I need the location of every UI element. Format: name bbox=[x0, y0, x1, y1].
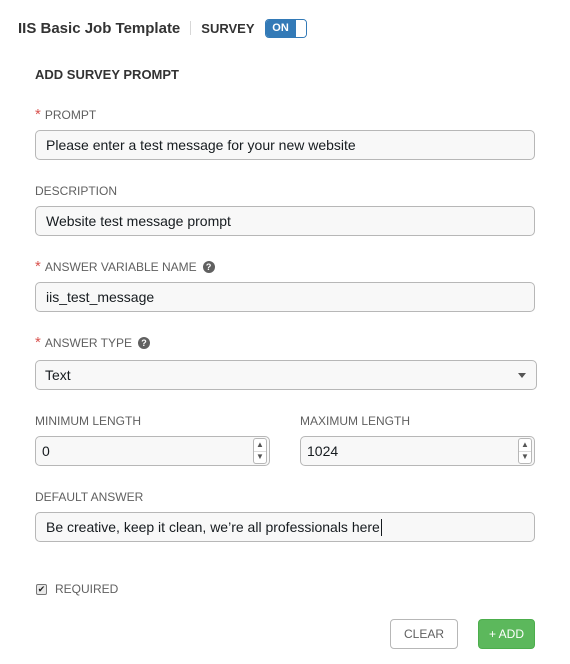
stepper-down-icon[interactable]: ▼ bbox=[519, 450, 531, 464]
required-label: REQUIRED bbox=[55, 582, 119, 596]
question-circle-icon[interactable]: ? bbox=[202, 261, 215, 273]
question-circle-icon[interactable]: ? bbox=[137, 337, 150, 349]
answer-variable-input[interactable]: iis_test_message bbox=[35, 282, 535, 312]
description-input[interactable]: Website test message prompt bbox=[35, 206, 535, 236]
min-length-label: MINIMUM LENGTH bbox=[35, 414, 141, 428]
min-length-input[interactable]: 0 ▲ ▼ bbox=[35, 436, 270, 466]
default-answer-input[interactable]: Be creative, keep it clean, we’re all pr… bbox=[35, 512, 535, 542]
description-label-text: DESCRIPTION bbox=[35, 184, 118, 198]
answer-type-select[interactable]: Text bbox=[35, 360, 537, 390]
min-length-value: 0 bbox=[42, 443, 50, 459]
max-length-label: MAXIMUM LENGTH bbox=[300, 414, 410, 428]
survey-label: SURVEY bbox=[201, 20, 255, 36]
survey-toggle-on-label: ON bbox=[265, 19, 296, 37]
description-label: DESCRIPTION bbox=[35, 184, 117, 198]
required-checkbox[interactable]: ✔ bbox=[36, 583, 47, 595]
clear-button[interactable]: CLEAR bbox=[390, 619, 458, 649]
prompt-label: * PROMPT bbox=[35, 106, 97, 123]
answer-type-value: Text bbox=[45, 367, 71, 383]
section-title: ADD SURVEY PROMPT bbox=[35, 67, 179, 82]
chevron-down-icon bbox=[518, 372, 526, 378]
required-marker: * bbox=[35, 334, 41, 351]
survey-toggle-knob bbox=[295, 19, 306, 37]
page-header: IIS Basic Job Template SURVEY ON bbox=[18, 17, 307, 39]
required-marker: * bbox=[35, 106, 41, 123]
answer-type-label: * ANSWER TYPE ? bbox=[35, 334, 150, 351]
max-length-stepper[interactable]: ▲ ▼ bbox=[518, 438, 532, 464]
default-answer-label-text: DEFAULT ANSWER bbox=[35, 490, 144, 504]
default-answer-value: Be creative, keep it clean, we’re all pr… bbox=[46, 519, 380, 535]
prompt-input[interactable]: Please enter a test message for your new… bbox=[35, 130, 535, 160]
max-length-value: 1024 bbox=[307, 443, 339, 459]
stepper-up-icon[interactable]: ▲ bbox=[519, 439, 531, 451]
max-length-input[interactable]: 1024 ▲ ▼ bbox=[300, 436, 535, 466]
stepper-down-icon[interactable]: ▼ bbox=[254, 450, 266, 464]
header-divider bbox=[190, 21, 192, 35]
required-checkbox-row[interactable]: ✔ REQUIRED bbox=[36, 582, 118, 596]
min-length-stepper[interactable]: ▲ ▼ bbox=[253, 438, 267, 464]
survey-toggle[interactable]: ON bbox=[264, 18, 307, 38]
add-button[interactable]: + ADD bbox=[478, 619, 535, 649]
max-length-label-text: MAXIMUM LENGTH bbox=[300, 414, 411, 428]
required-marker: * bbox=[35, 258, 41, 275]
default-answer-label: DEFAULT ANSWER bbox=[35, 490, 143, 504]
prompt-label-text: PROMPT bbox=[44, 108, 97, 122]
min-length-label-text: MINIMUM LENGTH bbox=[35, 414, 141, 428]
template-name: IIS Basic Job Template bbox=[18, 19, 181, 37]
answer-variable-label: * ANSWER VARIABLE NAME ? bbox=[35, 258, 215, 275]
text-cursor bbox=[380, 518, 382, 536]
stepper-up-icon[interactable]: ▲ bbox=[254, 439, 266, 451]
answer-type-label-text: ANSWER TYPE bbox=[44, 336, 132, 350]
answer-variable-label-text: ANSWER VARIABLE NAME bbox=[44, 260, 197, 274]
